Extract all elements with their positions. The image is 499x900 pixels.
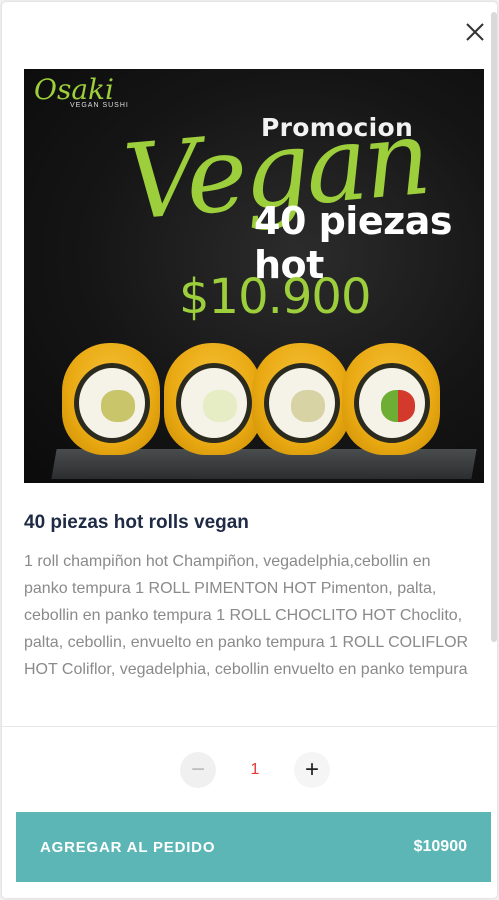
scrollbar[interactable] <box>491 12 497 642</box>
add-to-order-price: $10900 <box>413 838 467 855</box>
divider <box>2 726 497 727</box>
promo-price: $10.900 <box>179 269 371 325</box>
sushi-roll <box>342 343 440 455</box>
add-to-order-label: AGREGAR AL PEDIDO <box>40 838 216 856</box>
product-title: 40 piezas hot rolls vegan <box>24 512 249 533</box>
quantity-value: 1 <box>250 761 260 778</box>
close-button[interactable] <box>463 20 487 44</box>
logo-subtext: VEGAN SUSHI <box>70 102 129 109</box>
sushi-roll <box>252 343 350 455</box>
product-image: Osaki VEGAN SUSHI Promocion Vegan 40 pie… <box>24 69 484 483</box>
increase-quantity-button[interactable]: + <box>294 752 330 788</box>
decrease-quantity-button[interactable]: − <box>180 752 216 788</box>
sushi-roll <box>62 343 160 455</box>
product-details-scroll-area[interactable]: Osaki VEGAN SUSHI Promocion Vegan 40 pie… <box>2 2 497 726</box>
brand-logo: Osaki VEGAN SUSHI <box>34 73 129 109</box>
product-modal: Osaki VEGAN SUSHI Promocion Vegan 40 pie… <box>2 2 497 898</box>
sushi-roll <box>164 343 262 455</box>
add-to-order-button[interactable]: AGREGAR AL PEDIDO $10900 <box>16 812 491 882</box>
close-icon <box>466 23 484 41</box>
product-description: 1 roll champiñon hot Champiñon, vegadelp… <box>24 553 469 678</box>
quantity-stepper: − 1 + <box>2 752 497 792</box>
